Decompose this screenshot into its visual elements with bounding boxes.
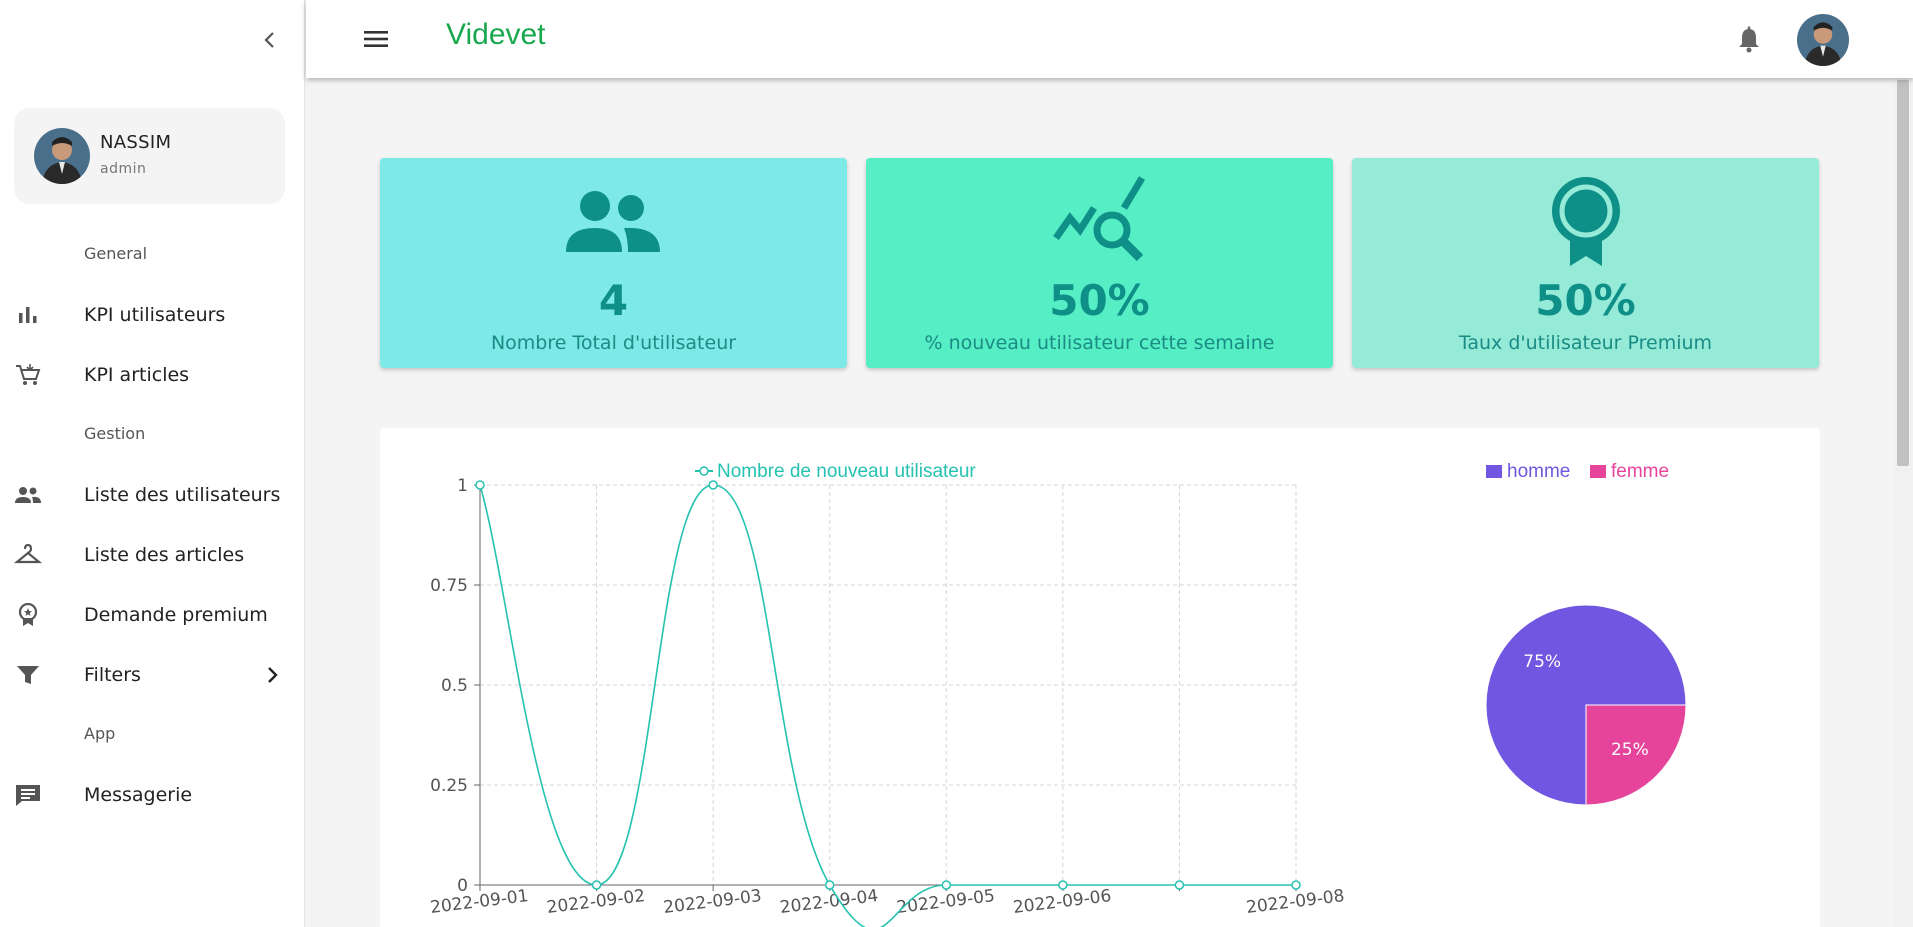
avatar	[34, 128, 90, 184]
sidebar-item-liste-utilisateurs[interactable]: Liste des utilisateurs	[0, 470, 290, 520]
scrollbar-thumb[interactable]	[1897, 80, 1909, 466]
kpi-value: 4	[598, 276, 629, 325]
kpi-card-new-users: 50% % nouveau utilisateur cette semaine	[866, 158, 1333, 368]
trend-search-icon	[1052, 176, 1145, 262]
x-tick-label: 2022-09-06	[1012, 886, 1112, 918]
pie-data-label: 25%	[1611, 740, 1649, 760]
people-icon	[15, 487, 41, 503]
data-point	[824, 880, 835, 890]
legend-swatch-femme	[1590, 465, 1606, 478]
sidebar-item-label: Filters	[84, 664, 141, 686]
award-icon	[18, 603, 38, 626]
sidebar-item-label: KPI utilisateurs	[84, 304, 226, 326]
y-tick-label: 0.5	[441, 676, 468, 696]
sidebar-item-liste-articles[interactable]: Liste des articles	[0, 530, 290, 580]
filter-icon	[17, 666, 39, 684]
hanger-icon	[14, 543, 42, 564]
kpi-label: Taux d'utilisateur Premium	[1458, 332, 1713, 354]
kpi-label: % nouveau utilisateur cette semaine	[924, 332, 1275, 354]
data-point	[1058, 880, 1068, 890]
x-tick-label: 2022-09-05	[895, 886, 995, 918]
charts-panel: 0 0.25 0.5 0.75 1 2022-09-01 2022-09-02 2022-09…	[380, 428, 1820, 927]
sidebar: NASSIM admin General KPI utilisateurs KP…	[0, 0, 305, 927]
x-tick-label: 2022-09-01	[429, 886, 529, 918]
sidebar-item-label: KPI articles	[84, 364, 190, 386]
data-point	[591, 880, 602, 890]
chevron-left-icon[interactable]	[258, 28, 282, 52]
x-tick-label: 2022-09-03	[662, 886, 762, 918]
kpi-value: 50%	[1049, 276, 1150, 325]
avatar[interactable]	[1797, 14, 1849, 66]
data-point	[941, 880, 952, 890]
sidebar-item-label: Demande premium	[84, 604, 268, 626]
data-point	[1174, 880, 1185, 890]
user-profile-card[interactable]: NASSIM admin	[14, 108, 285, 204]
menu-icon[interactable]	[362, 26, 390, 52]
x-tick-label: 2022-09-02	[546, 886, 646, 918]
pie-data-label: 75%	[1523, 652, 1561, 672]
sidebar-item-demande-premium[interactable]: Demande premium	[0, 590, 290, 640]
user-role: admin	[100, 161, 147, 177]
section-title-gestion: Gestion	[84, 424, 146, 443]
sidebar-item-filters[interactable]: Filters	[0, 650, 290, 700]
people-icon	[565, 191, 660, 252]
x-tick-label: 2022-09-04	[779, 886, 879, 918]
legend-label-homme: homme	[1507, 461, 1570, 482]
legend-marker-point	[699, 466, 709, 476]
kpi-card-total-users: 4 Nombre Total d'utilisateur	[380, 158, 847, 368]
sidebar-item-messagerie[interactable]: Messagerie	[0, 770, 290, 820]
top-app-bar: Videvet	[306, 0, 1913, 78]
sidebar-item-label: Liste des utilisateurs	[84, 484, 281, 506]
legend-label: Nombre de nouveau utilisateur	[717, 461, 976, 482]
y-tick-label: 0.25	[430, 776, 468, 796]
sidebar-item-label: Liste des articles	[84, 544, 245, 566]
brand-title[interactable]: Videvet	[446, 18, 546, 52]
section-title-app: App	[84, 724, 116, 743]
legend-swatch-homme	[1486, 465, 1502, 478]
kpi-value: 50%	[1535, 276, 1636, 325]
sidebar-item-kpi-utilisateurs[interactable]: KPI utilisateurs	[0, 290, 290, 340]
sidebar-item-label: Messagerie	[84, 784, 193, 806]
message-icon	[16, 785, 40, 806]
y-tick-label: 0.75	[430, 576, 468, 596]
cart-icon	[16, 364, 41, 385]
x-tick-label: 2022-09-08	[1245, 886, 1345, 918]
y-tick-label: 1	[457, 476, 468, 496]
user-name: NASSIM	[100, 132, 172, 153]
kpi-label: Nombre Total d'utilisateur	[490, 332, 737, 354]
legend-label-femme: femme	[1611, 461, 1669, 482]
scrollbar[interactable]	[1893, 78, 1913, 927]
data-point	[1291, 880, 1301, 890]
kpi-card-premium-rate: 50% Taux d'utilisateur Premium	[1352, 158, 1819, 368]
sidebar-item-kpi-articles[interactable]: KPI articles	[0, 350, 290, 400]
data-point	[475, 480, 485, 490]
bell-icon[interactable]	[1736, 26, 1762, 54]
bar-chart-icon	[19, 307, 37, 323]
data-point	[708, 480, 718, 490]
charts-canvas: 00.250.50.7512022-09-01 2022-09-02 2022-09…	[429, 461, 1687, 927]
chevron-right-icon	[268, 667, 278, 683]
section-title-general: General	[84, 244, 148, 263]
series-line-nouveau-utilisateur	[479, 484, 1296, 927]
award-icon	[1551, 177, 1620, 266]
